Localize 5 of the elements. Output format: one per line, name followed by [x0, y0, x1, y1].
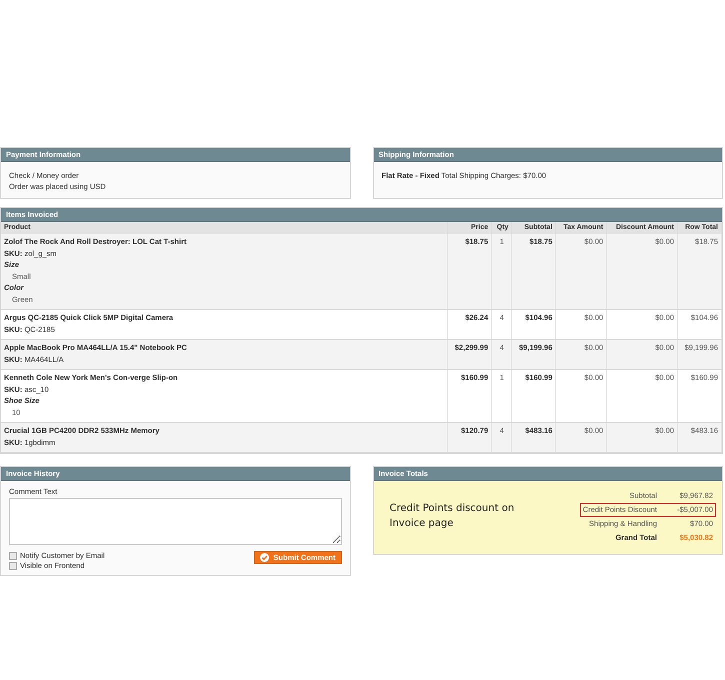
- checkbox[interactable]: [9, 562, 17, 570]
- check-icon: [260, 553, 270, 562]
- annotation-text: Credit Points discount on Invoice page: [390, 502, 516, 531]
- checkbox[interactable]: [9, 552, 17, 560]
- comment-field[interactable]: [9, 498, 342, 545]
